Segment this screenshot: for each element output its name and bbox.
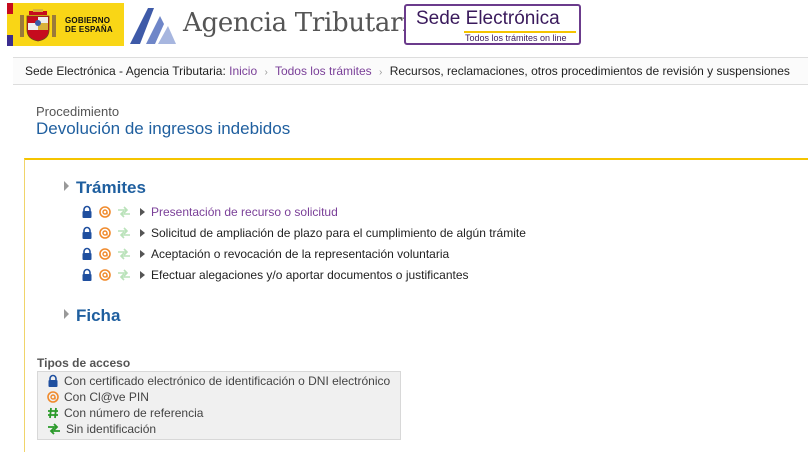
- section-tramites-toggle[interactable]: Trámites: [64, 178, 146, 198]
- section-ficha-title: Ficha: [76, 306, 121, 325]
- clave-pin-icon: [99, 248, 111, 260]
- hash-icon: [48, 407, 58, 419]
- legend-label: Con número de referencia: [64, 406, 204, 420]
- lock-icon: [82, 247, 92, 260]
- lock-icon: [82, 268, 92, 281]
- bullet-triangle-icon: [140, 208, 145, 216]
- legend-item: Con Cl@ve PIN: [46, 389, 149, 405]
- sede-subtitle: Todos los trámites on line: [465, 33, 567, 43]
- gobierno-de-espana-logo[interactable]: GOBIERNO DE ESPAÑA: [7, 3, 124, 46]
- arrows-icon: [118, 227, 130, 239]
- legend-item: Sin identificación: [46, 421, 156, 437]
- sede-title-a: Sede: [416, 8, 466, 29]
- breadcrumb-site: Sede Electrónica - Agencia Tributaria:: [25, 64, 226, 78]
- section-ficha-toggle[interactable]: Ficha: [64, 306, 120, 326]
- sede-electronica-logo[interactable]: Sede Electrónica Todos los trámites on l…: [404, 4, 581, 45]
- arrows-icon: [118, 248, 130, 260]
- legend-item: Con certificado electrónico de identific…: [46, 373, 390, 389]
- section-tramites-title: Trámites: [76, 178, 146, 197]
- arrows-icon: [118, 269, 130, 281]
- sede-title-b: Electrónica: [465, 8, 560, 29]
- legend-item: Con número de referencia: [46, 405, 203, 421]
- agency-name[interactable]: Agencia Tributaria: [183, 8, 426, 38]
- tramite-link-representacion[interactable]: Aceptación o revocación de la representa…: [151, 247, 449, 261]
- access-types-title: Tipos de acceso: [37, 356, 131, 370]
- tramite-row: Efectuar alegaciones y/o aportar documen…: [80, 267, 469, 283]
- breadcrumb-separator-icon: ›: [379, 67, 383, 78]
- agencia-tributaria-logo-icon[interactable]: [128, 4, 178, 46]
- sede-title: Sede Electrónica: [416, 8, 560, 30]
- coat-of-arms-icon: [20, 9, 56, 42]
- expand-triangle-icon: [64, 309, 69, 319]
- spain-flag-strip-icon: [7, 3, 13, 46]
- breadcrumb-current: Recursos, reclamaciones, otros procedimi…: [389, 64, 790, 78]
- legend-label: Con certificado electrónico de identific…: [64, 374, 391, 388]
- clave-pin-icon: [47, 391, 59, 403]
- tramite-link-presentacion[interactable]: Presentación de recurso o solicitud: [151, 205, 338, 219]
- procedure-label: Procedimiento: [36, 104, 120, 119]
- page-title: Devolución de ingresos indebidos: [36, 119, 291, 138]
- gobierno-line1: GOBIERNO: [65, 16, 111, 25]
- breadcrumb-link-inicio[interactable]: Inicio: [229, 64, 257, 78]
- tramite-link-alegaciones[interactable]: Efectuar alegaciones y/o aportar documen…: [151, 268, 469, 282]
- tramite-link-ampliacion-plazo[interactable]: Solicitud de ampliación de plazo para el…: [151, 226, 526, 240]
- clave-pin-icon: [99, 269, 111, 281]
- bullet-triangle-icon: [140, 229, 145, 237]
- arrows-icon: [118, 206, 130, 218]
- lock-icon: [82, 226, 92, 239]
- clave-pin-icon: [99, 206, 111, 218]
- tramite-row: Presentación de recurso o solicitud: [80, 204, 338, 220]
- breadcrumb: Sede Electrónica - Agencia Tributaria: I…: [13, 57, 808, 85]
- bullet-triangle-icon: [140, 271, 145, 279]
- breadcrumb-separator-icon: ›: [264, 67, 268, 78]
- arrows-icon: [48, 423, 60, 435]
- tramite-row: Solicitud de ampliación de plazo para el…: [80, 225, 526, 241]
- legend-label: Con Cl@ve PIN: [64, 390, 149, 404]
- bullet-triangle-icon: [140, 250, 145, 258]
- tramite-row: Aceptación o revocación de la representa…: [80, 246, 449, 262]
- lock-icon: [48, 374, 58, 387]
- clave-pin-icon: [99, 227, 111, 239]
- legend-label: Sin identificación: [66, 422, 157, 436]
- gobierno-line2: DE ESPAÑA: [65, 25, 113, 34]
- access-types-legend: Con certificado electrónico de identific…: [37, 371, 401, 440]
- lock-icon: [82, 205, 92, 218]
- breadcrumb-link-todos-los-tramites[interactable]: Todos los trámites: [275, 64, 372, 78]
- gobierno-text: GOBIERNO DE ESPAÑA: [65, 16, 113, 34]
- site-header: GOBIERNO DE ESPAÑA Agencia Tributaria Se…: [0, 0, 808, 52]
- expand-triangle-icon: [64, 181, 69, 191]
